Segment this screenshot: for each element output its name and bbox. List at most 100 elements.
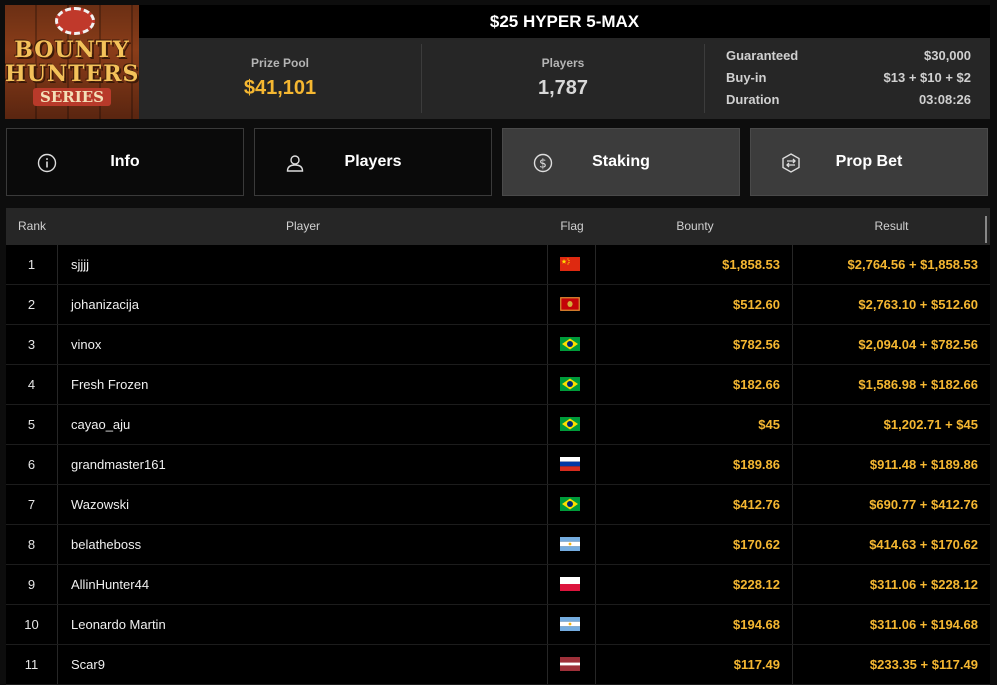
result-cell: $2,094.04 + $782.56 — [858, 337, 978, 352]
player-name-cell[interactable]: johanizacija — [58, 285, 548, 324]
player-name-cell[interactable]: cayao_aju — [58, 405, 548, 444]
table-row[interactable]: 9 AllinHunter44 $228.12 $311.06 + $228.12 — [6, 565, 990, 605]
flag-cell — [548, 405, 596, 444]
bounty-cell: $1,858.53 — [596, 245, 793, 284]
column-header-result[interactable]: Result — [793, 208, 990, 245]
detail-value: $30,000 — [924, 48, 971, 63]
bounty-cell: $412.76 — [596, 485, 793, 524]
flag-me-icon — [560, 297, 580, 311]
flag-br-icon — [560, 497, 580, 511]
table-row[interactable]: 8 belatheboss $170.62 $414.63 + $170.62 — [6, 525, 990, 565]
player-name-cell[interactable]: sjjjj — [58, 245, 548, 284]
tab-prop-bet[interactable]: Prop Bet — [750, 128, 988, 196]
flag-cn-icon — [560, 257, 580, 271]
flag-br-icon — [560, 377, 580, 391]
player-name-cell[interactable]: Wazowski — [58, 485, 548, 524]
result-cell: $1,202.71 + $45 — [883, 417, 978, 432]
prize-pool-stat: Prize Pool $41,101 — [139, 38, 421, 119]
detail-value: $13 + $10 + $2 — [883, 70, 971, 85]
tab-info[interactable]: Info — [6, 128, 244, 196]
detail-value: 03:08:26 — [918, 92, 971, 107]
bounty-cell: $189.86 — [596, 445, 793, 484]
result-cell: $911.48 + $189.86 — [869, 457, 978, 472]
column-header-flag[interactable]: Flag — [547, 208, 597, 245]
bounty-cell: $194.68 — [596, 605, 793, 644]
tab-label: Staking — [592, 153, 650, 170]
results-table-body: 1 sjjjj $1,858.53 $2,764.56 + $1,858.53 2 joh… — [6, 245, 990, 685]
bounty-cell: $117.49 — [596, 645, 793, 684]
rank-cell: 5 — [6, 405, 58, 444]
rank-cell: 7 — [6, 485, 58, 524]
player-name-cell[interactable]: Leonardo Martin — [58, 605, 548, 644]
scrollbar-thumb[interactable] — [985, 216, 987, 243]
players-label: Players — [541, 56, 585, 70]
table-row[interactable]: 7 Wazowski $412.76 $690.77 + $412.76 — [6, 485, 990, 525]
tab-label: Prop Bet — [835, 153, 903, 170]
flag-cell — [548, 605, 596, 644]
result-cell: $690.77 + $412.76 — [869, 497, 978, 512]
column-header-player[interactable]: Player — [58, 208, 548, 245]
result-cell: $2,764.56 + $1,858.53 — [847, 257, 978, 272]
flag-cell — [548, 365, 596, 404]
table-row[interactable]: 4 Fresh Frozen $182.66 $1,586.98 + $182.66 — [6, 365, 990, 405]
rank-cell: 4 — [6, 365, 58, 404]
player-name-cell[interactable]: grandmaster161 — [58, 445, 548, 484]
players-stat: Players 1,787 — [422, 38, 704, 119]
tab-label: Info — [110, 153, 140, 170]
bounty-cell: $45 — [596, 405, 793, 444]
player-name-cell[interactable]: vinox — [58, 325, 548, 364]
table-row[interactable]: 6 grandmaster161 $189.86 $911.48 + $189.86 — [6, 445, 990, 485]
table-row[interactable]: 10 Leonardo Martin $194.68 $311.06 + $194.6… — [6, 605, 990, 645]
stats-divider — [704, 44, 705, 113]
player-name-cell[interactable]: AllinHunter44 — [58, 565, 548, 604]
detail-duration: Duration 03:08:26 — [726, 92, 971, 114]
player-name-cell[interactable]: Fresh Frozen — [58, 365, 548, 404]
players-value: 1,787 — [537, 77, 589, 99]
flag-ar-icon — [560, 617, 580, 631]
detail-label: Guaranteed — [726, 48, 799, 63]
result-cell: $414.63 + $170.62 — [869, 537, 978, 552]
results-table-header: Rank Player Flag Bounty Result — [6, 208, 990, 245]
column-header-bounty[interactable]: Bounty — [596, 208, 794, 245]
table-row[interactable]: 3 vinox $782.56 $2,094.04 + $782.56 — [6, 325, 990, 365]
flag-cell — [548, 245, 596, 284]
column-header-rank[interactable]: Rank — [18, 208, 46, 245]
logo-text-hunters: HUNTERS — [5, 61, 139, 87]
flag-lv-icon — [560, 657, 580, 671]
result-cell: $311.06 + $228.12 — [869, 577, 978, 592]
detail-buy-in: Buy-in $13 + $10 + $2 — [726, 70, 971, 92]
bounty-cell: $512.60 — [596, 285, 793, 324]
table-row[interactable]: 11 Scar9 $117.49 $233.35 + $117.49 — [6, 645, 990, 685]
result-cell: $1,586.98 + $182.66 — [858, 377, 978, 392]
flag-cell — [548, 565, 596, 604]
tab-players[interactable]: Players — [254, 128, 492, 196]
bounty-cell: $170.62 — [596, 525, 793, 564]
rank-cell: 6 — [6, 445, 58, 484]
flag-br-icon — [560, 417, 580, 431]
rank-cell: 1 — [6, 245, 58, 284]
rank-cell: 9 — [6, 565, 58, 604]
flag-ru-icon — [560, 457, 580, 471]
flag-cell — [548, 645, 596, 684]
table-row[interactable]: 2 johanizacija $512.60 $2,763.10 + $512.60 — [6, 285, 990, 325]
table-row[interactable]: 1 sjjjj $1,858.53 $2,764.56 + $1,858.53 — [6, 245, 990, 285]
player-name-cell[interactable]: Scar9 — [58, 645, 548, 684]
logo-text-series: SERIES — [33, 88, 111, 106]
tab-staking[interactable]: $ Staking — [502, 128, 740, 196]
flag-pl-icon — [560, 577, 580, 591]
detail-label: Duration — [726, 92, 780, 107]
table-row[interactable]: 5 cayao_aju $45 $1,202.71 + $45 — [6, 405, 990, 445]
detail-guaranteed: Guaranteed $30,000 — [726, 48, 971, 70]
player-name-cell[interactable]: belatheboss — [58, 525, 548, 564]
flag-cell — [548, 285, 596, 324]
tournament-title: $25 HYPER 5-MAX — [139, 5, 990, 38]
rank-cell: 2 — [6, 285, 58, 324]
bounty-cell: $182.66 — [596, 365, 793, 404]
result-cell: $2,763.10 + $512.60 — [858, 297, 978, 312]
flag-cell — [548, 485, 596, 524]
prize-pool-value: $41,101 — [243, 77, 317, 99]
bounty-cell: $782.56 — [596, 325, 793, 364]
prize-pool-label: Prize Pool — [250, 56, 309, 70]
flag-ar-icon — [560, 537, 580, 551]
result-cell: $311.06 + $194.68 — [869, 617, 978, 632]
